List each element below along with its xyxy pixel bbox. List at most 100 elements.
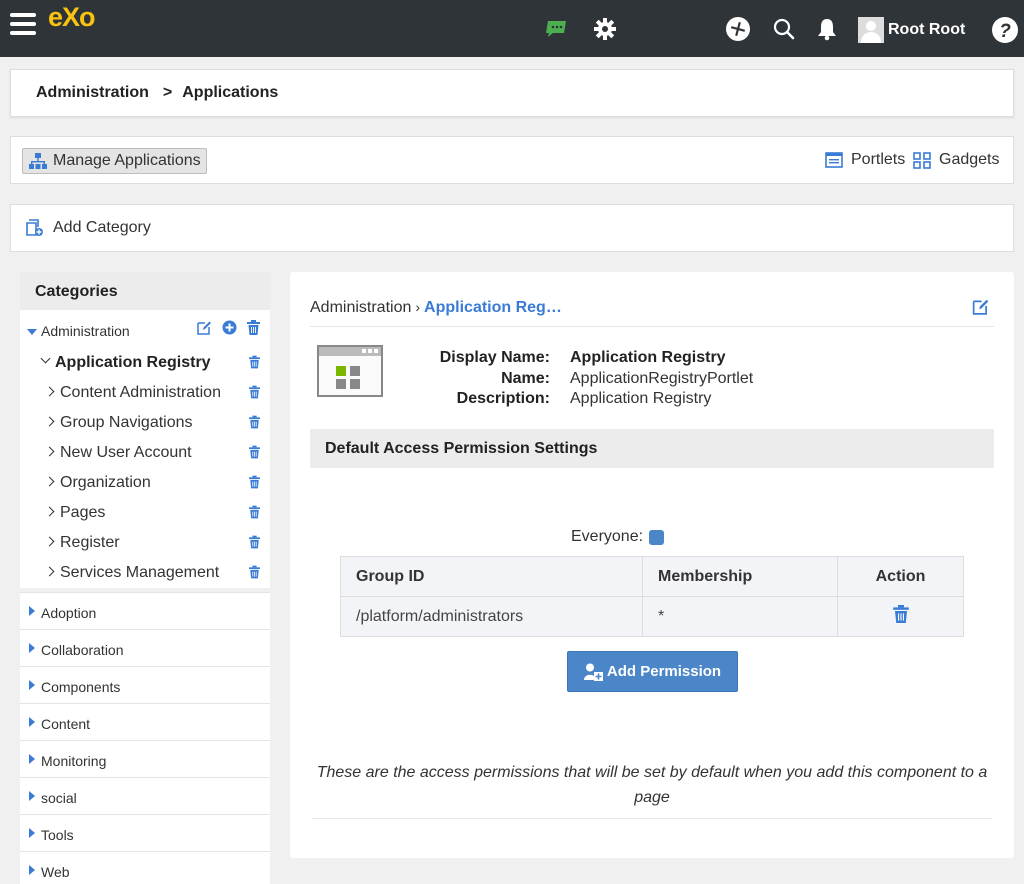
category-label: Administration — [41, 323, 130, 339]
everyone-option: Everyone: — [571, 528, 665, 546]
name-value: ApplicationRegistryPortlet — [570, 369, 754, 387]
list-item[interactable]: Content Administration — [20, 378, 270, 408]
category-monitoring[interactable]: Monitoring — [20, 740, 270, 777]
category-adoption[interactable]: Adoption — [20, 592, 270, 629]
chevron-right-icon — [44, 386, 55, 397]
add-category-label: Add Category — [53, 219, 151, 236]
list-item[interactable]: New User Account — [20, 438, 270, 468]
category-label: Collaboration — [41, 642, 124, 658]
list-item-label: Organization — [60, 474, 151, 491]
chevron-right-icon — [44, 446, 55, 457]
user-name: Root Root — [888, 21, 966, 38]
manage-applications-button[interactable]: Manage Applications — [22, 148, 207, 174]
application-info-values: Application Registry ApplicationRegistry… — [570, 348, 753, 410]
application-thumbnail — [317, 345, 383, 397]
add-icon[interactable] — [725, 16, 751, 42]
portlets-tab[interactable]: Portlets — [825, 151, 905, 169]
categories-title: Categories — [20, 272, 270, 310]
add-permission-label: Add Permission — [606, 663, 722, 680]
chat-icon[interactable] — [543, 16, 569, 42]
delete-icon[interactable] — [249, 565, 260, 579]
delete-icon[interactable] — [249, 505, 260, 519]
chevron-right-icon — [44, 566, 55, 577]
delete-category-icon[interactable] — [247, 320, 260, 335]
list-item[interactable]: Application Registry — [20, 348, 270, 378]
delete-permission-icon[interactable] — [892, 605, 909, 623]
manage-applications-label: Manage Applications — [53, 152, 201, 169]
add-category-bar: Add Category — [10, 204, 1014, 252]
category-label: Web — [41, 864, 70, 880]
search-icon[interactable] — [771, 16, 797, 42]
crumb-administration[interactable]: Administration — [310, 299, 411, 316]
edit-application-button[interactable] — [972, 298, 990, 320]
list-item[interactable]: Services Management — [20, 558, 270, 588]
table-row: /platform/administrators * — [340, 596, 964, 637]
breadcrumb-applications[interactable]: Applications — [182, 84, 278, 101]
list-item[interactable]: Register — [20, 528, 270, 558]
list-item-label: Content Administration — [60, 384, 221, 401]
category-collaboration[interactable]: Collaboration — [20, 629, 270, 666]
group-id-cell: /platform/administrators — [340, 596, 643, 637]
add-application-icon[interactable] — [222, 320, 237, 335]
display-name-value: Application Registry — [570, 349, 726, 366]
crumb-application-registry[interactable]: Application Reg… — [424, 299, 562, 316]
list-item-label: Register — [60, 534, 120, 551]
delete-icon[interactable] — [249, 355, 260, 369]
list-item-label: Group Navigations — [60, 414, 193, 431]
user-menu[interactable]: Root Root — [858, 16, 965, 44]
toolbar: Manage Applications Portlets Gadgets — [10, 136, 1014, 184]
avatar — [858, 17, 884, 43]
menu-icon[interactable] — [10, 13, 36, 37]
permission-section-title: Default Access Permission Settings — [310, 429, 994, 468]
category-administration: Administration Application Registry Cont… — [20, 310, 270, 588]
caret-right-icon — [29, 791, 35, 801]
caret-right-icon — [29, 643, 35, 653]
settings-icon[interactable] — [592, 16, 618, 42]
membership-cell: * — [642, 596, 838, 637]
category-content[interactable]: Content — [20, 703, 270, 740]
delete-icon[interactable] — [249, 445, 260, 459]
chevron-right-icon — [44, 506, 55, 517]
breadcrumb-administration[interactable]: Administration — [36, 84, 149, 101]
crumb-separator: › — [415, 299, 421, 315]
caret-right-icon — [29, 680, 35, 690]
delete-icon[interactable] — [249, 415, 260, 429]
delete-icon[interactable] — [249, 535, 260, 549]
category-web[interactable]: Web — [20, 851, 270, 884]
add-category-icon — [26, 219, 43, 236]
column-header-group-id: Group ID — [340, 556, 643, 597]
add-category-button[interactable]: Add Category — [26, 219, 151, 237]
everyone-checkbox[interactable] — [649, 529, 665, 545]
notification-icon[interactable] — [814, 16, 840, 42]
breadcrumb: Administration > Applications — [10, 69, 1014, 117]
description-value: Application Registry — [570, 390, 712, 407]
caret-right-icon — [29, 828, 35, 838]
list-item-label: New User Account — [60, 444, 192, 461]
category-components[interactable]: Components — [20, 666, 270, 703]
category-label: Components — [41, 679, 121, 695]
gadgets-label: Gadgets — [939, 151, 1000, 168]
categories-sidebar: Categories Administration Application Re… — [20, 272, 270, 884]
help-icon[interactable]: ? — [991, 16, 1019, 44]
chevron-right-icon — [44, 416, 55, 427]
list-item[interactable]: Pages — [20, 498, 270, 528]
caret-down-icon — [27, 329, 37, 335]
caret-right-icon — [29, 754, 35, 764]
category-tools[interactable]: Tools — [20, 814, 270, 851]
logo[interactable]: eXo — [48, 2, 96, 33]
category-label: Adoption — [41, 605, 97, 621]
delete-icon[interactable] — [249, 385, 260, 399]
category-label: Monitoring — [41, 753, 107, 769]
list-item-label: Application Registry — [55, 354, 211, 371]
list-item[interactable]: Group Navigations — [20, 408, 270, 438]
list-item[interactable]: Organization — [20, 468, 270, 498]
delete-icon[interactable] — [249, 475, 260, 489]
category-header[interactable]: Administration — [20, 310, 270, 348]
list-item-label: Services Management — [60, 564, 220, 581]
gadgets-tab[interactable]: Gadgets — [913, 151, 999, 169]
category-social[interactable]: social — [20, 777, 270, 814]
svg-text:?: ? — [999, 21, 1011, 42]
add-permission-button[interactable]: Add Permission — [567, 651, 738, 692]
edit-category-icon[interactable] — [197, 320, 212, 335]
edit-icon — [972, 299, 989, 315]
